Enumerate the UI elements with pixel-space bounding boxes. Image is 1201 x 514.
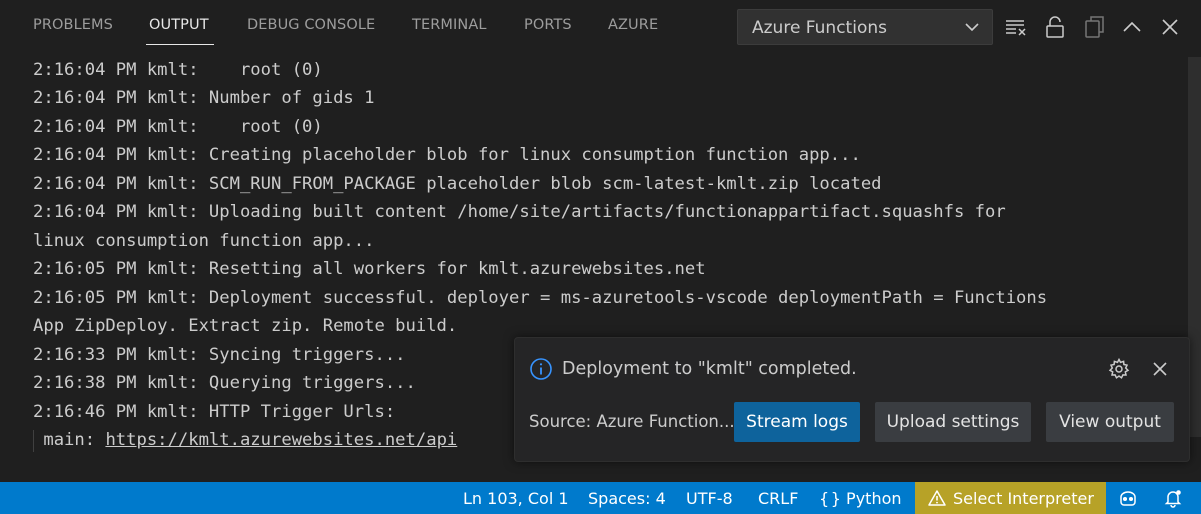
close-panel-icon[interactable] [1157,14,1183,40]
tab-ports[interactable]: PORTS [524,17,572,33]
upload-settings-button[interactable]: Upload settings [875,402,1031,442]
copilot-icon[interactable] [1118,488,1138,508]
deployment-notification: Deployment to "kmlt" completed. Source: … [514,337,1190,462]
tab-azure[interactable]: AZURE [608,17,658,33]
log-line: 2:16:05 PM kmlt: Resetting all workers f… [33,259,706,279]
cursor-position[interactable]: Ln 103, Col 1 [463,489,569,508]
chevron-down-icon [965,23,979,32]
copy-icon[interactable] [1082,14,1108,40]
view-output-button[interactable]: View output [1046,402,1174,442]
maximize-panel-icon[interactable] [1119,14,1145,40]
select-interpreter-button[interactable]: Select Interpreter [915,482,1106,514]
log-line: 2:16:04 PM kmlt: root (0) [33,60,323,80]
log-line: 2:16:46 PM kmlt: HTTP Trigger Urls: [33,402,396,422]
notification-source: Source: Azure Function... [529,412,735,431]
stream-logs-button[interactable]: Stream logs [734,402,860,442]
trigger-url-link[interactable]: https://kmlt.azurewebsites.net/api [105,430,457,450]
tab-output[interactable]: OUTPUT [149,17,209,33]
log-line: 2:16:38 PM kmlt: Querying triggers... [33,373,416,393]
active-tab-indicator [146,44,214,45]
gear-icon[interactable] [1107,357,1131,381]
output-channel-select[interactable]: Azure Functions [737,9,993,45]
indentation-status[interactable]: Spaces: 4 [588,489,666,508]
braces-icon: { } [819,489,841,508]
output-channel-label: Azure Functions [752,18,887,38]
warning-icon [928,490,946,506]
log-line: 2:16:04 PM kmlt: root (0) [33,117,323,137]
language-mode[interactable]: { } Python [819,489,902,508]
tab-problems[interactable]: PROBLEMS [33,17,113,33]
lock-scroll-icon[interactable] [1042,14,1068,40]
log-line: linux consumption function app... [33,231,375,251]
eol-status[interactable]: CRLF [758,489,798,508]
status-bar: Ln 103, Col 1 Spaces: 4 UTF-8 CRLF { } P… [0,482,1201,514]
select-interpreter-label: Select Interpreter [953,489,1094,508]
info-icon [530,358,552,380]
log-line: 2:16:04 PM kmlt: Uploading built content… [33,202,1006,222]
log-line: 2:16:04 PM kmlt: SCM_RUN_FROM_PACKAGE pl… [33,174,882,194]
log-line: 2:16:33 PM kmlt: Syncing triggers... [33,345,406,365]
tab-debug-console[interactable]: DEBUG CONSOLE [247,17,375,33]
close-icon[interactable] [1148,357,1172,381]
notifications-icon[interactable] [1163,488,1183,508]
log-link-line: main: https://kmlt.azurewebsites.net/api [33,430,457,450]
log-line: 2:16:04 PM kmlt: Creating placeholder bl… [33,145,861,165]
log-line: 2:16:04 PM kmlt: Number of gids 1 [33,88,375,108]
notification-message: Deployment to "kmlt" completed. [562,359,857,379]
log-line: 2:16:05 PM kmlt: Deployment successful. … [33,288,1048,308]
log-link-prefix: main: [33,430,106,450]
panel-tab-bar: PROBLEMS OUTPUT DEBUG CONSOLE TERMINAL P… [0,0,1201,54]
encoding-status[interactable]: UTF-8 [686,489,733,508]
tab-terminal[interactable]: TERMINAL [412,17,487,33]
log-line: App ZipDeploy. Extract zip. Remote build… [33,316,458,336]
language-label: Python [846,489,902,508]
clear-output-icon[interactable] [1003,14,1029,40]
